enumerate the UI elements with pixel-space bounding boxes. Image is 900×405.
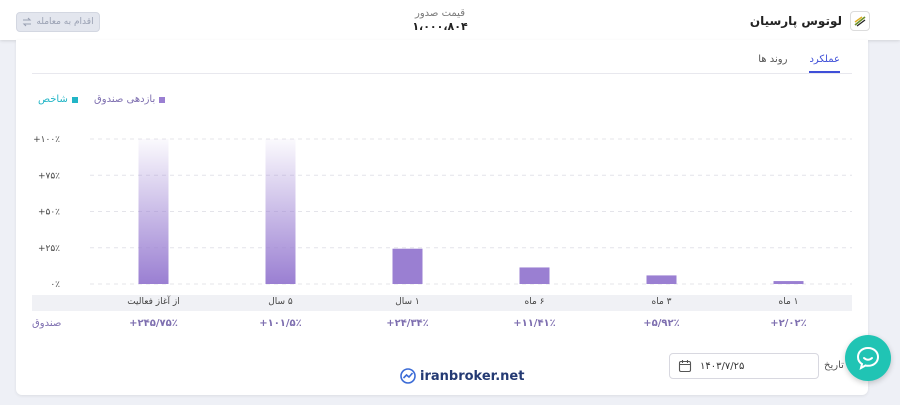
- fund-logo-icon: [850, 11, 870, 31]
- return-value: +۵/۹۲٪: [643, 318, 680, 329]
- y-tick-label: +۱۰۰٪: [33, 135, 60, 145]
- watermark-text: iranbroker.net: [420, 368, 525, 384]
- y-tick-label: ۰٪: [50, 280, 60, 290]
- returns-chart: +۱۰۰٪ +۷۵٪ +۵۰٪ +۲۵٪ ۰٪: [33, 135, 852, 290]
- fund-brand: لوتوس پارسیان: [750, 10, 870, 32]
- swap-icon: [23, 17, 32, 27]
- bar-5[interactable]: [265, 139, 296, 284]
- performance-card: عملکرد روند ها بازدهی صندوق شاخص +۱۰۰٪ +۷…: [16, 40, 868, 395]
- category-label: ۶ ماه: [524, 297, 545, 307]
- date-value: ۱۴۰۳/۷/۲۵: [700, 360, 745, 372]
- bar-1[interactable]: [773, 281, 804, 284]
- return-value: +۲۴/۳۴٪: [386, 318, 429, 329]
- fund-name: لوتوس پارسیان: [749, 14, 842, 28]
- category-label: ۵ سال: [268, 297, 293, 307]
- category-label: ۱ ماه: [778, 297, 799, 307]
- fund-row-label: صندوق: [32, 318, 62, 329]
- issue-price-value: ۱،۰۰۰،۸۰۴: [412, 20, 468, 33]
- y-tick-label: +۷۵٪: [38, 171, 60, 181]
- category-label: ۱ سال: [395, 297, 420, 307]
- chat-button[interactable]: [845, 335, 891, 381]
- trade-button-label: اقدام به معامله: [36, 17, 94, 27]
- top-bar: لوتوس پارسیان قیمت صدور ۱،۰۰۰،۸۰۴ اقدام …: [0, 0, 900, 40]
- issue-price-label: قیمت صدور: [415, 8, 465, 19]
- category-label: از آغاز فعالیت: [127, 297, 180, 307]
- y-tick-label: +۲۵٪: [38, 244, 60, 254]
- trade-button[interactable]: اقدام به معامله: [16, 12, 100, 32]
- calendar-icon[interactable]: [678, 359, 692, 373]
- trend-logo-icon: [400, 368, 416, 384]
- bar-6[interactable]: [138, 139, 169, 284]
- bar-4[interactable]: [392, 248, 423, 284]
- y-tick-label: +۵۰٪: [38, 208, 60, 218]
- date-picker[interactable]: ۱۴۰۳/۷/۲۵: [669, 353, 819, 379]
- date-label: تاریخ: [824, 360, 844, 371]
- issue-price: قیمت صدور ۱،۰۰۰،۸۰۴: [390, 8, 490, 33]
- bar-2[interactable]: [646, 275, 677, 284]
- bar-3[interactable]: [519, 267, 550, 284]
- category-label: ۳ ماه: [651, 297, 672, 307]
- watermark: iranbroker.net: [400, 368, 524, 384]
- return-value: +۲/۰۲٪: [770, 318, 807, 329]
- return-value: +۲۴۵/۷۵٪: [129, 318, 178, 329]
- return-value: +۱۰۱/۵٪: [259, 318, 302, 329]
- chat-icon: [856, 346, 880, 370]
- return-value: +۱۱/۴۱٪: [513, 318, 556, 329]
